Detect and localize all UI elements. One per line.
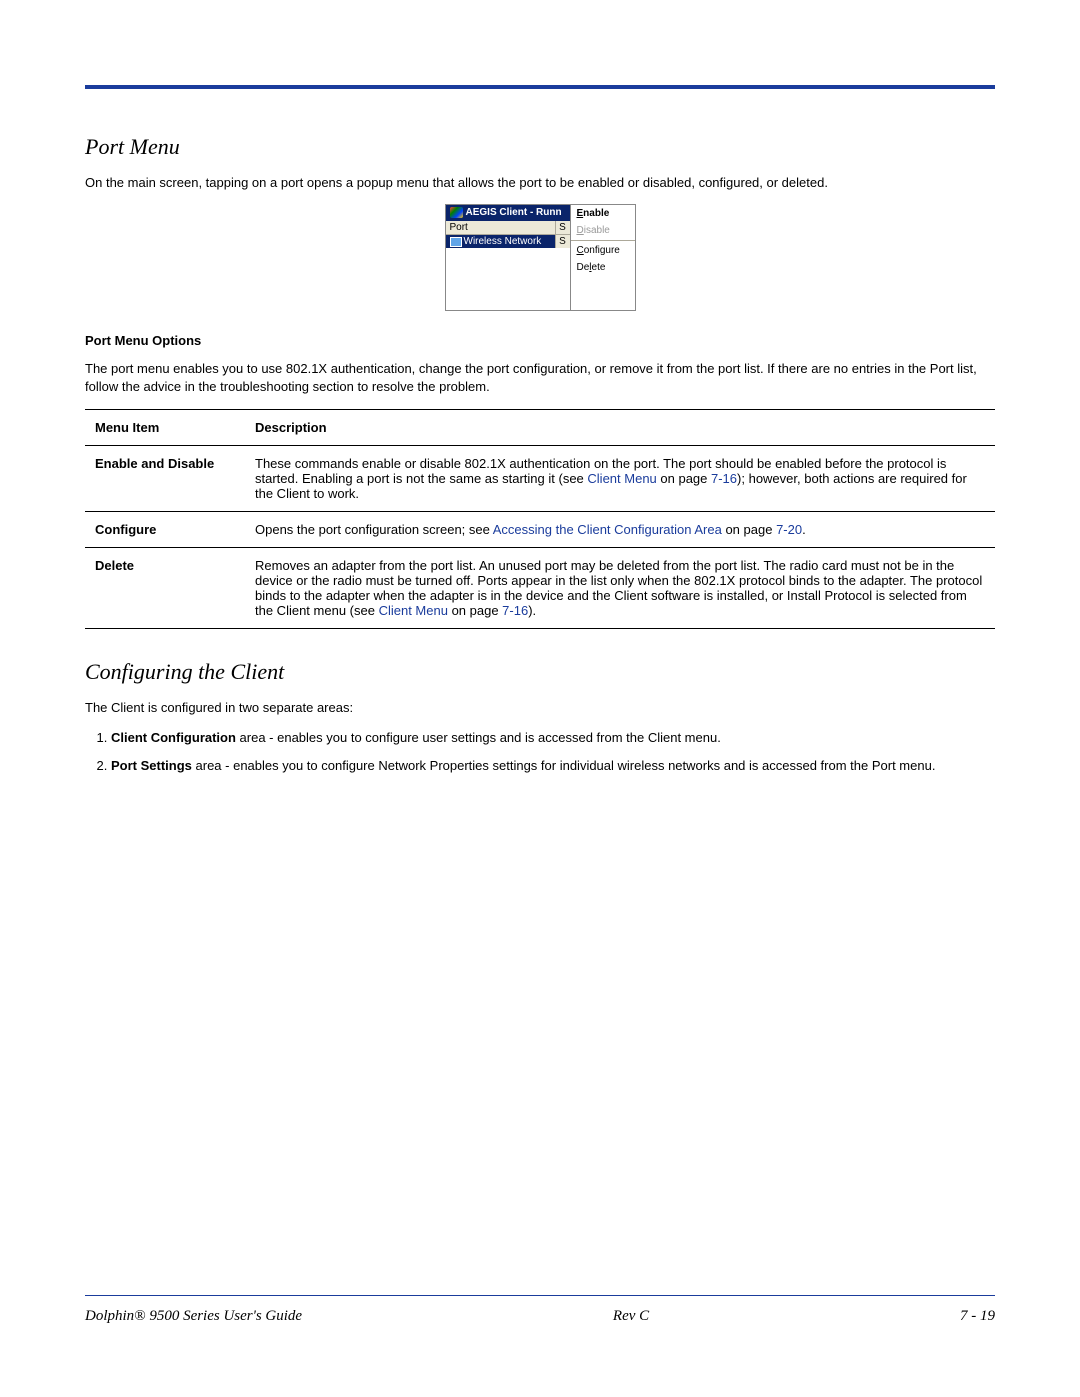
link-client-menu-2[interactable]: Client Menu bbox=[379, 603, 448, 618]
table-row: Enable and Disable These commands enable… bbox=[85, 445, 995, 511]
cell-desc-enable-disable: These commands enable or disable 802.1X … bbox=[245, 445, 995, 511]
windows-start-icon bbox=[450, 207, 463, 218]
cell-desc-delete: Removes an adapter from the port list. A… bbox=[245, 547, 995, 628]
options-table: Menu Item Description Enable and Disable… bbox=[85, 409, 995, 629]
menu-separator bbox=[571, 240, 635, 241]
list-item: Client Configuration area - enables you … bbox=[111, 729, 995, 747]
cell-item-delete: Delete bbox=[85, 547, 245, 628]
screenshot-column-headers: Port S bbox=[446, 221, 570, 235]
footer-right: 7 - 19 bbox=[960, 1308, 995, 1325]
screenshot-container: AEGIS Client - Runn Port S Wireless Netw… bbox=[85, 204, 995, 311]
list-item-rest: area - enables you to configure user set… bbox=[236, 730, 721, 745]
context-menu: Enable Disable Configure Delete bbox=[570, 205, 635, 310]
list-item-rest: area - enables you to configure Network … bbox=[192, 758, 936, 773]
configuring-client-list: Client Configuration area - enables you … bbox=[85, 729, 995, 775]
footer-rule bbox=[85, 1295, 995, 1296]
heading-port-menu-options: Port Menu Options bbox=[85, 333, 995, 348]
menu-item-disable: Disable bbox=[571, 222, 635, 239]
cell-item-configure: Configure bbox=[85, 511, 245, 547]
cell-desc-configure: Opens the port configuration screen; see… bbox=[245, 511, 995, 547]
col-head-port: Port bbox=[446, 221, 556, 234]
heading-port-menu: Port Menu bbox=[85, 134, 995, 160]
screenshot-row-selected: Wireless Network S bbox=[446, 235, 570, 248]
top-rule bbox=[85, 85, 995, 89]
link-page-7-20[interactable]: 7-20 bbox=[776, 522, 802, 537]
link-page-7-16[interactable]: 7-16 bbox=[711, 471, 737, 486]
th-description: Description bbox=[245, 409, 995, 445]
menu-item-enable: Enable bbox=[571, 205, 635, 222]
list-item: Port Settings area - enables you to conf… bbox=[111, 757, 995, 775]
row-port-cell: Wireless Network bbox=[446, 235, 556, 248]
table-row: Delete Removes an adapter from the port … bbox=[85, 547, 995, 628]
screenshot-title-text: AEGIS Client - Runn bbox=[466, 207, 562, 218]
list-item-bold: Port Settings bbox=[111, 758, 192, 773]
port-menu-options-intro: The port menu enables you to use 802.1X … bbox=[85, 360, 995, 396]
link-client-menu[interactable]: Client Menu bbox=[587, 471, 656, 486]
table-row: Configure Opens the port configuration s… bbox=[85, 511, 995, 547]
aegis-screenshot: AEGIS Client - Runn Port S Wireless Netw… bbox=[445, 204, 636, 311]
page-footer: Dolphin® 9500 Series User's Guide Rev C … bbox=[85, 1295, 995, 1325]
link-page-7-16-2[interactable]: 7-16 bbox=[502, 603, 528, 618]
link-accessing-client-config[interactable]: Accessing the Client Configuration Area bbox=[493, 522, 722, 537]
menu-item-configure: Configure bbox=[571, 242, 635, 259]
screenshot-window: AEGIS Client - Runn Port S Wireless Netw… bbox=[446, 205, 570, 310]
screenshot-titlebar: AEGIS Client - Runn bbox=[446, 205, 570, 221]
th-menu-item: Menu Item bbox=[85, 409, 245, 445]
configuring-client-intro: The Client is configured in two separate… bbox=[85, 699, 995, 717]
cell-item-enable-disable: Enable and Disable bbox=[85, 445, 245, 511]
network-adapter-icon bbox=[450, 237, 462, 247]
list-item-bold: Client Configuration bbox=[111, 730, 236, 745]
row-s-cell: S bbox=[556, 235, 570, 248]
col-head-s: S bbox=[556, 221, 570, 234]
port-menu-intro: On the main screen, tapping on a port op… bbox=[85, 174, 995, 192]
row-port-text: Wireless Network bbox=[464, 236, 542, 247]
heading-configuring-client: Configuring the Client bbox=[85, 659, 995, 685]
footer-center: Rev C bbox=[613, 1308, 649, 1325]
menu-item-delete: Delete bbox=[571, 259, 635, 276]
footer-left: Dolphin® 9500 Series User's Guide bbox=[85, 1308, 302, 1325]
screenshot-empty-area bbox=[446, 248, 570, 310]
table-header-row: Menu Item Description bbox=[85, 409, 995, 445]
